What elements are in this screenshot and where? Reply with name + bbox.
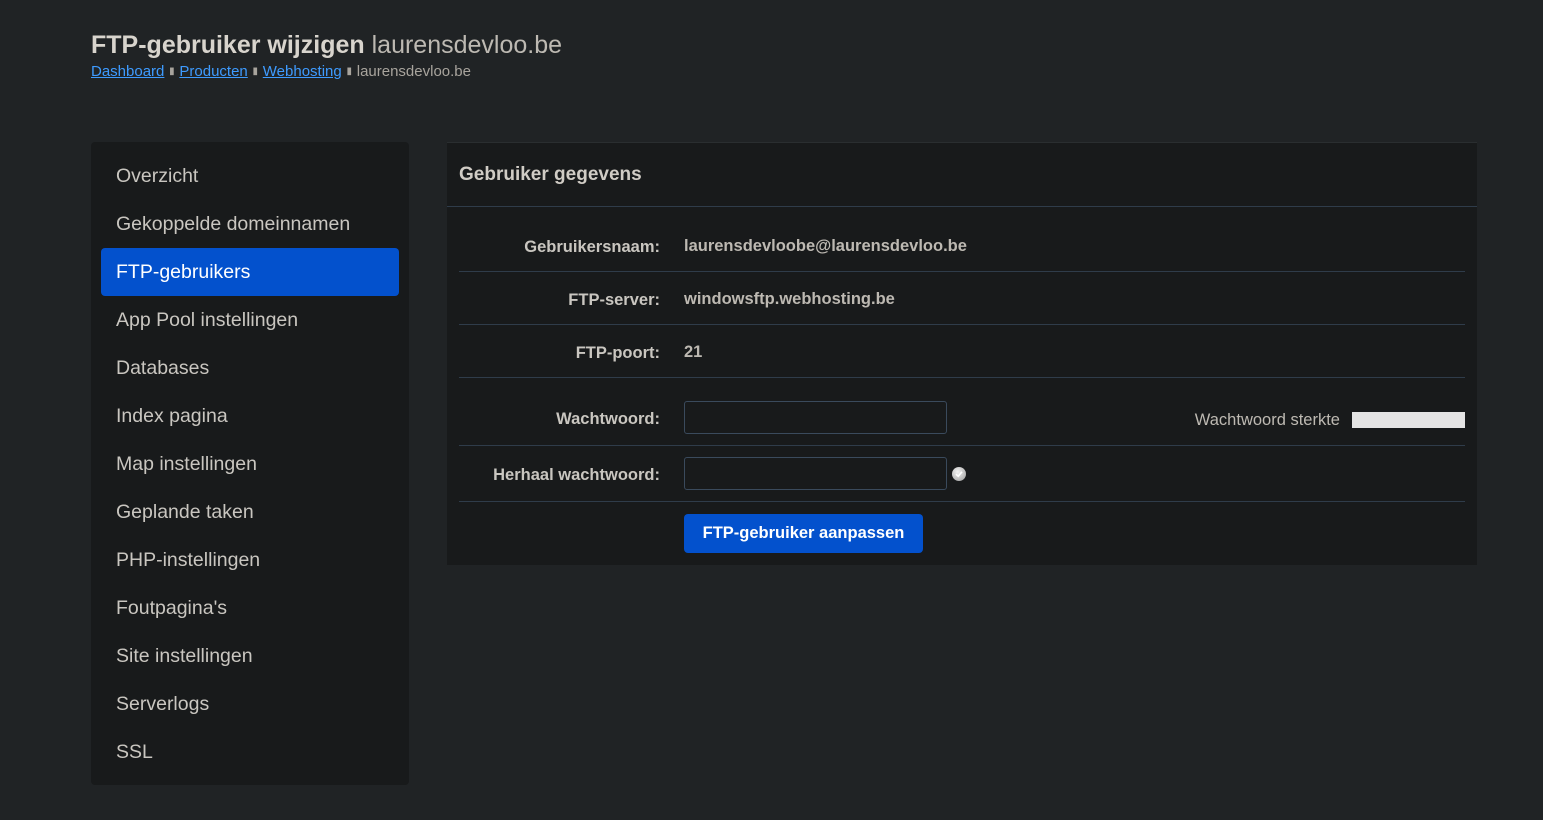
page-header: FTP-gebruiker wijzigen laurensdevloo.be …	[91, 30, 562, 81]
breadcrumb-dashboard-link[interactable]: Dashboard	[91, 63, 164, 80]
sidebar-item-site-instellingen[interactable]: Site instellingen	[101, 632, 399, 680]
username-row: Gebruikersnaam: laurensdevloobe@laurensd…	[459, 207, 1465, 272]
breadcrumb: Dashboard ▮ Producten ▮ Webhosting ▮ laurensde…	[91, 63, 562, 81]
page-title: FTP-gebruiker wijzigen laurensdevloo.be	[91, 30, 562, 60]
sidebar-item-ssl[interactable]: SSL	[101, 728, 399, 776]
password-match-check-icon	[952, 467, 966, 481]
port-row: FTP-poort: 21	[459, 325, 1465, 378]
sidebar-item-overzicht[interactable]: Overzicht	[101, 152, 399, 200]
repeat-password-row: Herhaal wachtwoord:	[459, 446, 1465, 502]
sidebar-item-app-pool-instellingen[interactable]: App Pool instellingen	[101, 296, 399, 344]
breadcrumb-producten-link[interactable]: Producten	[179, 63, 247, 80]
breadcrumb-separator-icon: ▮	[346, 66, 352, 78]
port-label: FTP-poort:	[575, 344, 660, 362]
username-label: Gebruikersnaam:	[524, 238, 660, 256]
sidebar-item-serverlogs[interactable]: Serverlogs	[101, 680, 399, 728]
password-strength-label: Wachtwoord sterkte	[1194, 411, 1340, 429]
sidebar-item-map-instellingen[interactable]: Map instellingen	[101, 440, 399, 488]
sidebar-item-gekoppelde-domeinnamen[interactable]: Gekoppelde domeinnamen	[101, 200, 399, 248]
sidebar-item-php-instellingen[interactable]: PHP-instellingen	[101, 536, 399, 584]
sidebar-item-geplande-taken[interactable]: Geplande taken	[101, 488, 399, 536]
repeat-password-input[interactable]	[684, 457, 947, 490]
password-input[interactable]	[684, 401, 947, 434]
password-row: Wachtwoord: Wachtwoord sterkte	[459, 378, 1465, 446]
breadcrumb-separator-icon: ▮	[252, 66, 259, 78]
password-label: Wachtwoord:	[556, 410, 660, 428]
password-strength-meter	[1352, 412, 1465, 428]
repeat-password-label: Herhaal wachtwoord:	[493, 466, 660, 484]
breadcrumb-separator-icon: ▮	[169, 66, 175, 78]
server-label: FTP-server:	[568, 291, 660, 309]
update-ftp-user-button[interactable]: FTP-gebruiker aanpassen	[684, 514, 923, 553]
sidebar-item-index-pagina[interactable]: Index pagina	[101, 392, 399, 440]
sidebar-item-ftp-gebruikers[interactable]: FTP-gebruikers	[101, 248, 399, 296]
server-row: FTP-server: windowsftp.webhosting.be	[459, 272, 1465, 325]
sidebar-item-foutpaginas[interactable]: Foutpagina's	[101, 584, 399, 632]
sidebar-item-databases[interactable]: Databases	[101, 344, 399, 392]
username-value: laurensdevloobe@laurensdevloo.be	[684, 237, 967, 255]
page-title-text: FTP-gebruiker wijzigen	[91, 31, 365, 59]
user-details-panel: Gebruiker gegevens Gebruikersnaam: laure…	[447, 142, 1477, 565]
port-value: 21	[684, 343, 703, 361]
panel-heading: Gebruiker gegevens	[447, 143, 1477, 207]
server-value: windowsftp.webhosting.be	[684, 290, 895, 308]
page-title-domain: laurensdevloo.be	[371, 31, 563, 59]
breadcrumb-current: laurensdevloo.be	[356, 63, 471, 80]
sidebar-nav: Overzicht Gekoppelde domeinnamen FTP-geb…	[91, 142, 409, 785]
breadcrumb-webhosting-link[interactable]: Webhosting	[263, 63, 342, 80]
